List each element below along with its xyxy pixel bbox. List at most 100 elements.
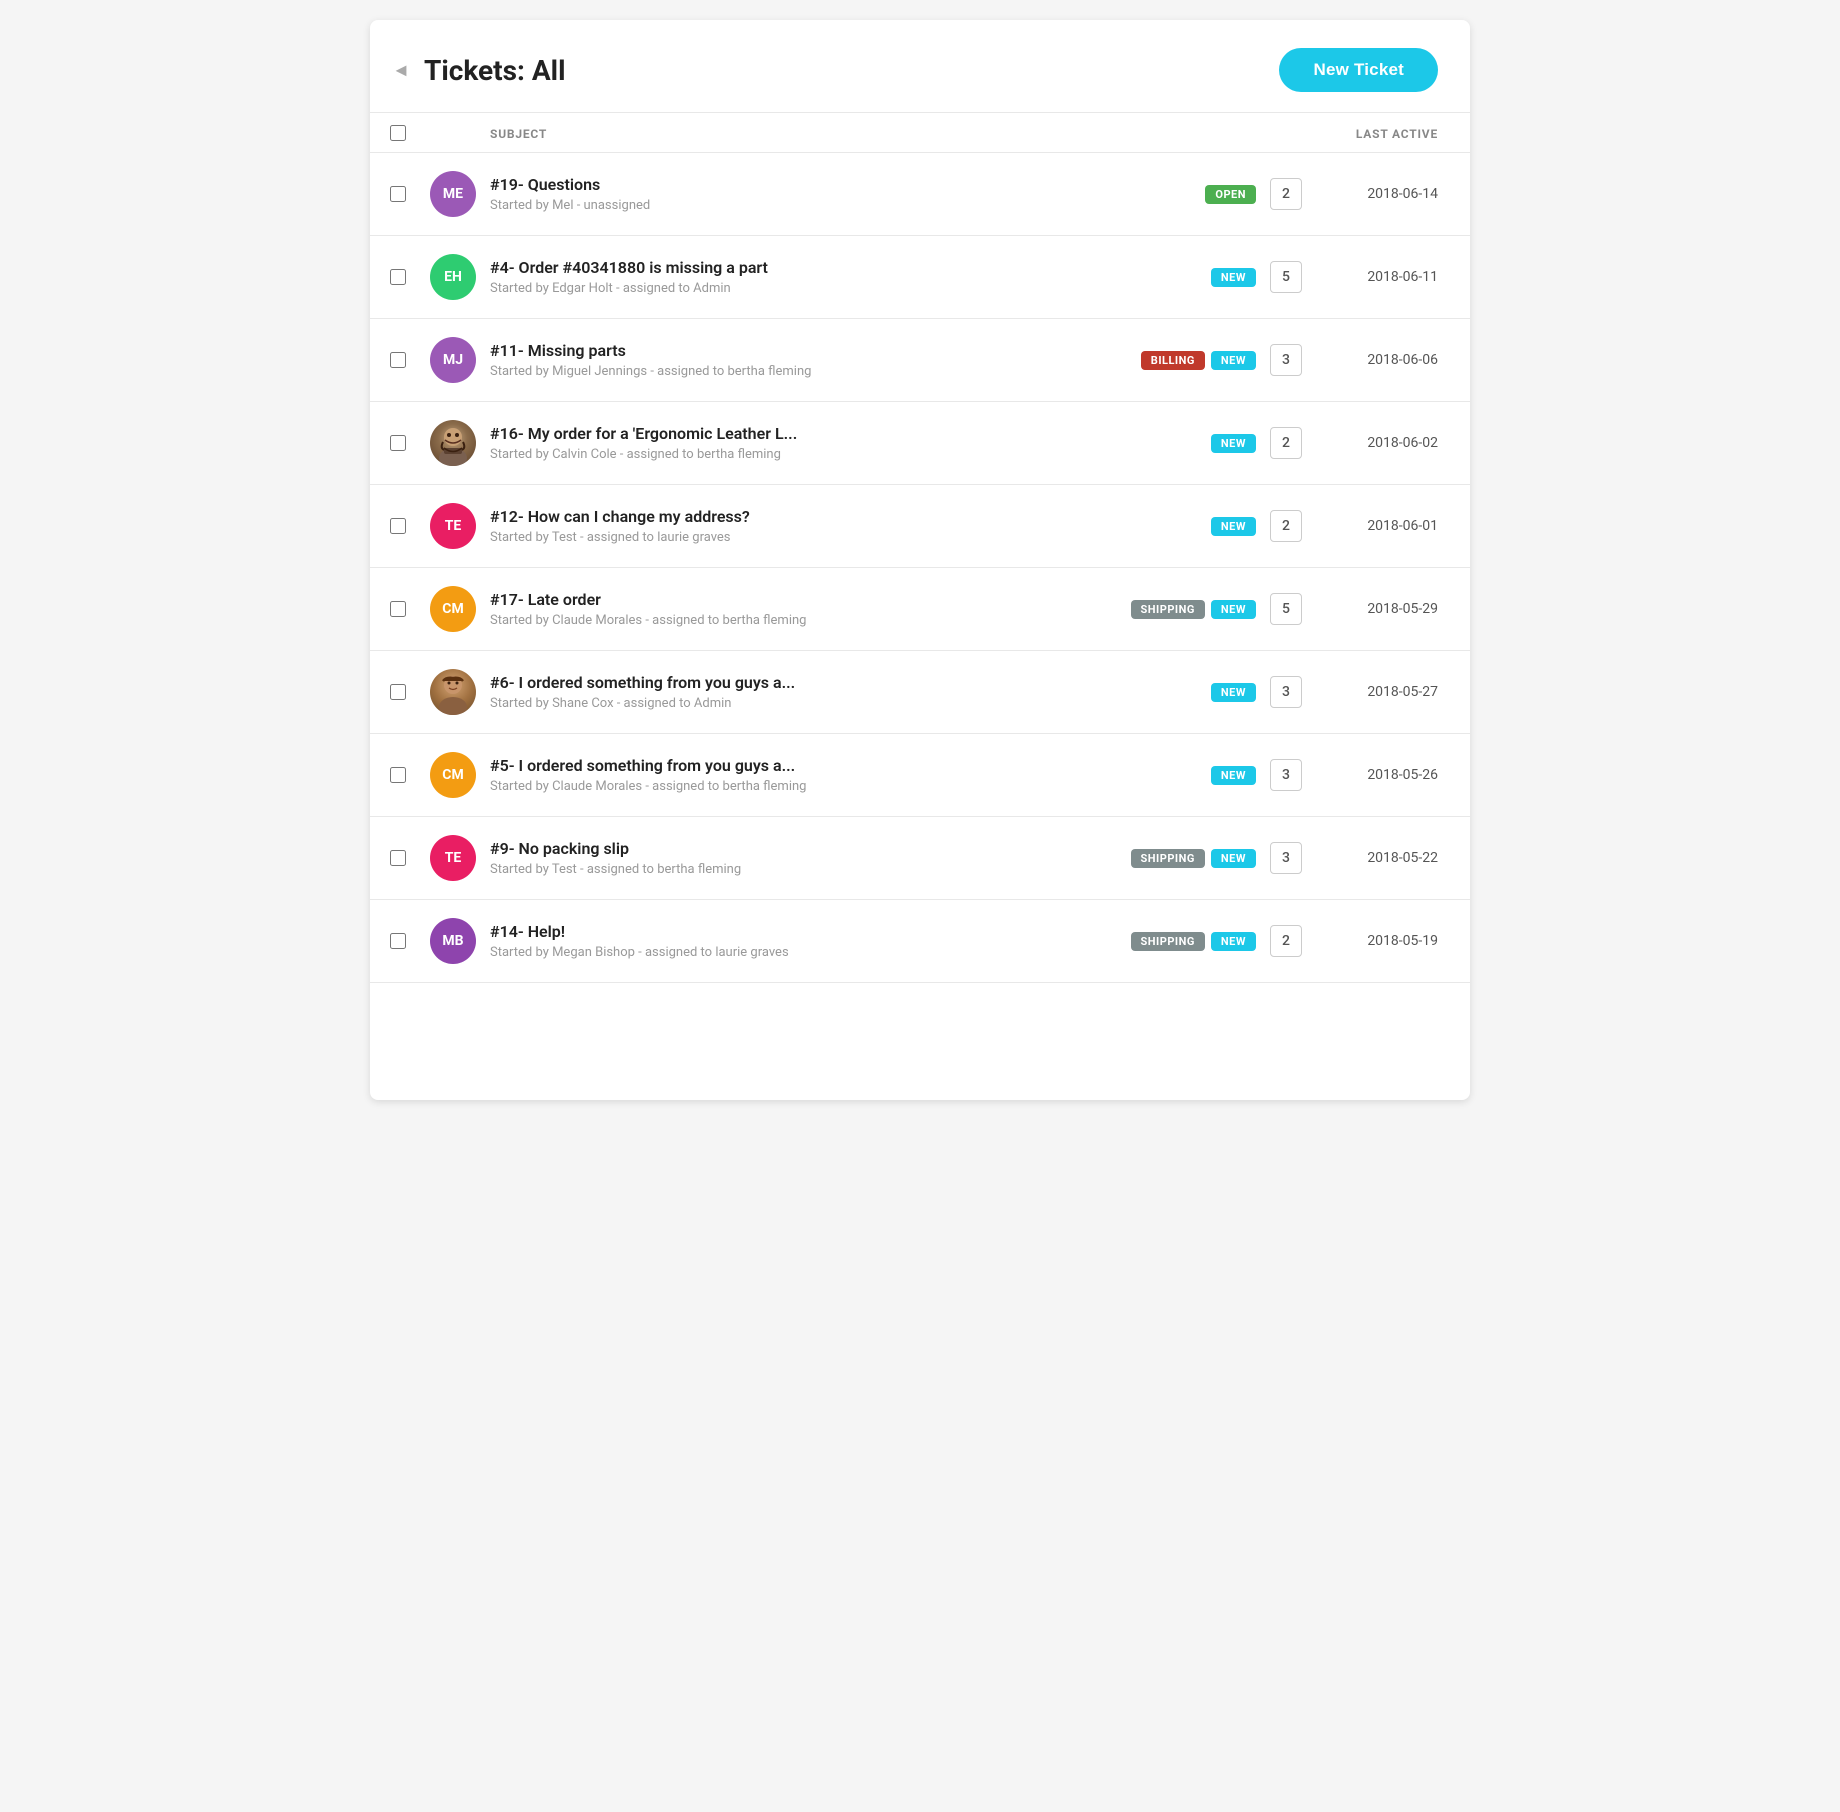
row-checkbox[interactable] [390,767,406,783]
table-row[interactable]: CM #5- I ordered something from you guys… [370,734,1470,817]
tags-col: SHIPPING NEW [1131,600,1257,619]
tags-col: NEW [1211,517,1256,536]
sidebar-toggle-icon[interactable]: ◄ [390,59,412,81]
ticket-meta: Started by Claude Morales - assigned to … [490,779,1211,794]
row-checkbox[interactable] [390,933,406,949]
tag-new: NEW [1211,600,1256,619]
tag-new: NEW [1211,351,1256,370]
subject-col: #11- Missing parts Started by Miguel Jen… [490,341,1141,379]
row-checkbox[interactable] [390,352,406,368]
ticket-subject: #9- No packing slip [490,839,1131,858]
ticket-subject: #12- How can I change my address? [490,507,1211,526]
tags-col: SHIPPING NEW [1131,849,1257,868]
tag-new: NEW [1211,932,1256,951]
page-title: Tickets: All [424,54,566,87]
table-row[interactable]: TE #12- How can I change my address? Sta… [370,485,1470,568]
ticket-subject: #16- My order for a 'Ergonomic Leather L… [490,424,1211,443]
ticket-meta: Started by Claude Morales - assigned to … [490,613,1131,628]
row-check-col [390,850,430,866]
table-row[interactable]: MJ #11- Missing parts Started by Miguel … [370,319,1470,402]
avatar-col [430,669,490,715]
table-row[interactable]: TE #9- No packing slip Started by Test -… [370,817,1470,900]
last-active-value: 2018-05-26 [1308,767,1438,783]
tag-new: NEW [1211,766,1256,785]
table-row[interactable]: #6- I ordered something from you guys a.… [370,651,1470,734]
ticket-meta: Started by Test - assigned to laurie gra… [490,530,1211,545]
avatar-col [430,420,490,466]
row-check-col [390,767,430,783]
last-active-value: 2018-06-06 [1308,352,1438,368]
ticket-meta: Started by Shane Cox - assigned to Admin [490,696,1211,711]
avatar-col: CM [430,586,490,632]
row-check-col [390,518,430,534]
subject-col: #14- Help! Started by Megan Bishop - ass… [490,922,1131,960]
reply-count-badge: 3 [1270,759,1302,791]
tag-new: NEW [1211,517,1256,536]
header-check-col [390,125,430,141]
header-last-active-col: LAST ACTIVE [1308,123,1438,142]
avatar-col: MJ [430,337,490,383]
ticket-subject: #19- Questions [490,175,1205,194]
row-checkbox[interactable] [390,601,406,617]
tags-col: NEW [1211,766,1256,785]
select-all-checkbox[interactable] [390,125,406,141]
tag-new: NEW [1211,434,1256,453]
row-checkbox[interactable] [390,850,406,866]
reply-count-badge: 2 [1270,427,1302,459]
ticket-subject: #17- Late order [490,590,1131,609]
last-active-value: 2018-06-11 [1308,269,1438,285]
tags-col: BILLINGNEW [1141,351,1256,370]
reply-count-badge: 3 [1270,344,1302,376]
tags-col: OPEN [1205,185,1256,204]
avatar-col: ME [430,171,490,217]
new-ticket-button[interactable]: New Ticket [1279,48,1438,92]
tags-col: NEW [1211,434,1256,453]
table-row[interactable]: CM #17- Late order Started by Claude Mor… [370,568,1470,651]
avatar-col: EH [430,254,490,300]
row-checkbox[interactable] [390,684,406,700]
last-active-value: 2018-05-19 [1308,933,1438,949]
subject-col: #9- No packing slip Started by Test - as… [490,839,1131,877]
row-checkbox[interactable] [390,269,406,285]
table-row[interactable]: MB #14- Help! Started by Megan Bishop - … [370,900,1470,983]
subject-col: #16- My order for a 'Ergonomic Leather L… [490,424,1211,462]
tag-new: NEW [1211,849,1256,868]
ticket-list: ME #19- Questions Started by Mel - unass… [370,153,1470,983]
reply-count-badge: 2 [1270,178,1302,210]
reply-count-badge: 2 [1270,510,1302,542]
avatar-col: TE [430,503,490,549]
row-checkbox[interactable] [390,518,406,534]
row-checkbox[interactable] [390,186,406,202]
table-row[interactable]: ME #19- Questions Started by Mel - unass… [370,153,1470,236]
table-header: SUBJECT LAST ACTIVE [370,112,1470,153]
tags-col: SHIPPING NEW [1131,932,1257,951]
subject-col: #19- Questions Started by Mel - unassign… [490,175,1205,213]
header-subject-col: SUBJECT [490,123,1308,142]
table-row[interactable]: EH #4- Order #40341880 is missing a part… [370,236,1470,319]
row-check-col [390,352,430,368]
tag-shipping: SHIPPING [1131,600,1205,619]
tags-col: NEW [1211,683,1256,702]
reply-count-badge: 3 [1270,842,1302,874]
reply-count-badge: 2 [1270,925,1302,957]
table-row[interactable]: #16- My order for a 'Ergonomic Leather L… [370,402,1470,485]
reply-count-badge: 3 [1270,676,1302,708]
last-active-column-label: LAST ACTIVE [1356,127,1438,141]
avatar-col: TE [430,835,490,881]
ticket-subject: #11- Missing parts [490,341,1141,360]
avatar-col: CM [430,752,490,798]
row-checkbox[interactable] [390,435,406,451]
last-active-value: 2018-05-29 [1308,601,1438,617]
avatar-col: MB [430,918,490,964]
subject-col: #12- How can I change my address? Starte… [490,507,1211,545]
tag-open: OPEN [1205,185,1256,204]
reply-count-badge: 5 [1270,593,1302,625]
last-active-value: 2018-06-01 [1308,518,1438,534]
subject-col: #5- I ordered something from you guys a.… [490,756,1211,794]
tag-shipping: SHIPPING [1131,849,1205,868]
ticket-subject: #5- I ordered something from you guys a.… [490,756,1211,775]
ticket-meta: Started by Test - assigned to bertha fle… [490,862,1131,877]
ticket-subject: #6- I ordered something from you guys a.… [490,673,1211,692]
row-check-col [390,435,430,451]
tag-shipping: SHIPPING [1131,932,1205,951]
